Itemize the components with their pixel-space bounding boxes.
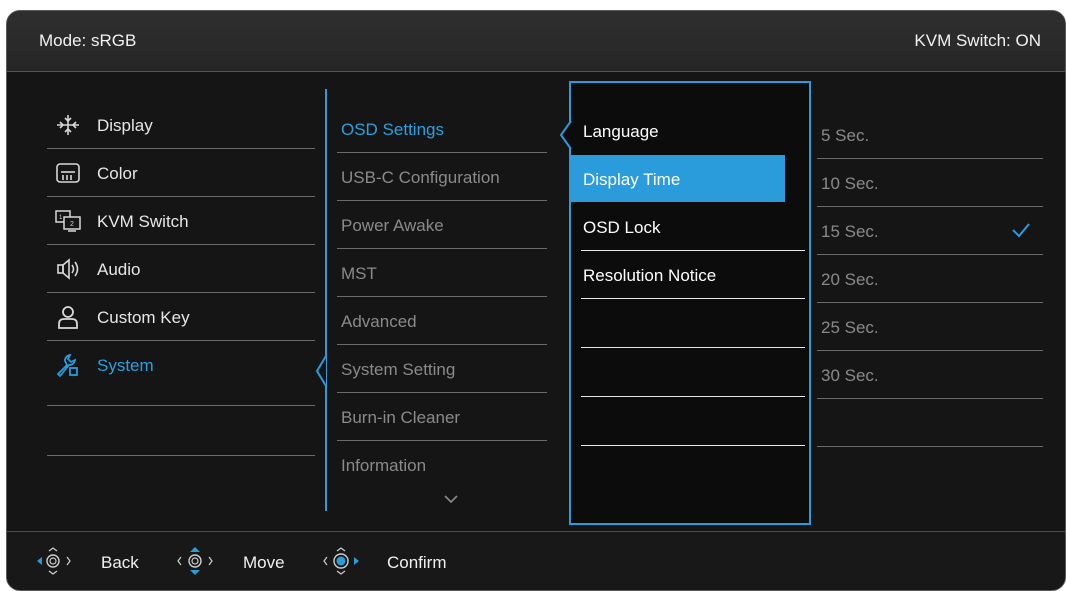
kvm-status: KVM Switch: ON [914,31,1041,50]
color-icon [56,163,80,183]
submenu-item-label: USB-C Configuration [341,168,500,187]
submenu-item-osd-settings[interactable]: OSD Settings [337,105,547,152]
options-pointer-icon [559,120,572,150]
control-hints: Back Move Confirm [7,531,1065,590]
value-10-sec[interactable]: 10 Sec. [817,159,1043,206]
menu-item-label: Audio [97,260,141,279]
submenu-item-label: Burn-in Cleaner [341,408,461,427]
option-label: OSD Lock [583,218,661,237]
options-panel: Language Display Time OSD Lock Resolutio… [569,81,811,525]
option-label: Display Time [583,170,681,189]
submenu-item-label: OSD Settings [341,120,444,139]
audio-icon [57,258,79,280]
value-label: 30 Sec. [821,366,879,385]
menu-item-label: System [97,356,154,375]
option-display-time[interactable]: Display Time [571,155,785,202]
submenu-item-information[interactable]: Information [337,441,547,488]
confirm-hint[interactable]: Confirm [321,546,481,576]
value-15-sec[interactable]: 15 Sec. [817,207,1043,254]
submenu-item-label: MST [341,264,377,283]
value-25-sec[interactable]: 25 Sec. [817,303,1043,350]
submenu-item-label: Power Awake [341,216,444,235]
back-label: Back [101,553,139,572]
submenu-item-label: System Setting [341,360,456,379]
move-hint[interactable]: Move [175,546,305,576]
value-label: 20 Sec. [821,270,879,289]
submenu: OSD Settings USB-C Configuration Power A… [325,89,555,511]
menu-item-label: Display [97,116,153,135]
svg-text:2: 2 [70,221,74,228]
submenu-item-mst[interactable]: MST [337,249,547,296]
submenu-item-label: Information [341,456,427,475]
menu-item-custom-key[interactable]: Custom Key [47,293,315,340]
submenu-item-burn-in-cleaner[interactable]: Burn-in Cleaner [337,393,547,440]
menu-item-label: Color [97,164,138,183]
move-label: Move [243,553,285,572]
menu-item-color[interactable]: Color [47,149,315,196]
submenu-item-power-awake[interactable]: Power Awake [337,201,547,248]
menu-item-display[interactable]: Display [47,101,315,148]
kvm-switch-icon: 1 2 [55,210,81,232]
menu-item-label: KVM Switch [97,212,189,231]
confirm-label: Confirm [387,553,447,572]
value-5-sec[interactable]: 5 Sec. [817,111,1043,158]
svg-text:1: 1 [59,215,63,221]
joystick-press-icon [323,547,359,575]
option-osd-lock[interactable]: OSD Lock [581,203,805,250]
submenu-item-usb-c-configuration[interactable]: USB-C Configuration [337,153,547,200]
mode-label: Mode: sRGB [39,31,137,50]
value-label: 15 Sec. [821,222,879,241]
joystick-updown-icon [177,547,213,575]
main-menu: Display Color 1 2 KVM Switch Audio Custo… [47,101,315,456]
osd-header: Mode: sRGB KVM Switch: ON [7,11,1065,72]
display-icon [57,115,79,135]
scroll-down-chevron-icon[interactable] [443,493,459,505]
value-label: 25 Sec. [821,318,879,337]
option-language[interactable]: Language [581,107,805,154]
value-20-sec[interactable]: 20 Sec. [817,255,1043,302]
joystick-left-icon [37,547,71,575]
value-30-sec[interactable]: 30 Sec. [817,351,1043,398]
menu-item-audio[interactable]: Audio [47,245,315,292]
option-label: Language [583,122,659,141]
value-label: 10 Sec. [821,174,879,193]
osd-menu: Mode: sRGB KVM Switch: ON Display Color … [6,10,1066,591]
submenu-item-label: Advanced [341,312,417,331]
back-hint[interactable]: Back [33,546,163,576]
submenu-item-advanced[interactable]: Advanced [337,297,547,344]
submenu-item-system-setting[interactable]: System Setting [337,345,547,392]
menu-item-kvm-switch[interactable]: 1 2 KVM Switch [47,197,315,244]
option-resolution-notice[interactable]: Resolution Notice [581,251,805,298]
system-icon [56,353,78,377]
menu-item-label: Custom Key [97,308,190,327]
option-label: Resolution Notice [583,266,717,285]
custom-key-icon [58,306,78,329]
value-label: 5 Sec. [821,126,870,145]
menu-item-system[interactable]: System [47,341,315,388]
checkmark-icon [1012,223,1030,238]
